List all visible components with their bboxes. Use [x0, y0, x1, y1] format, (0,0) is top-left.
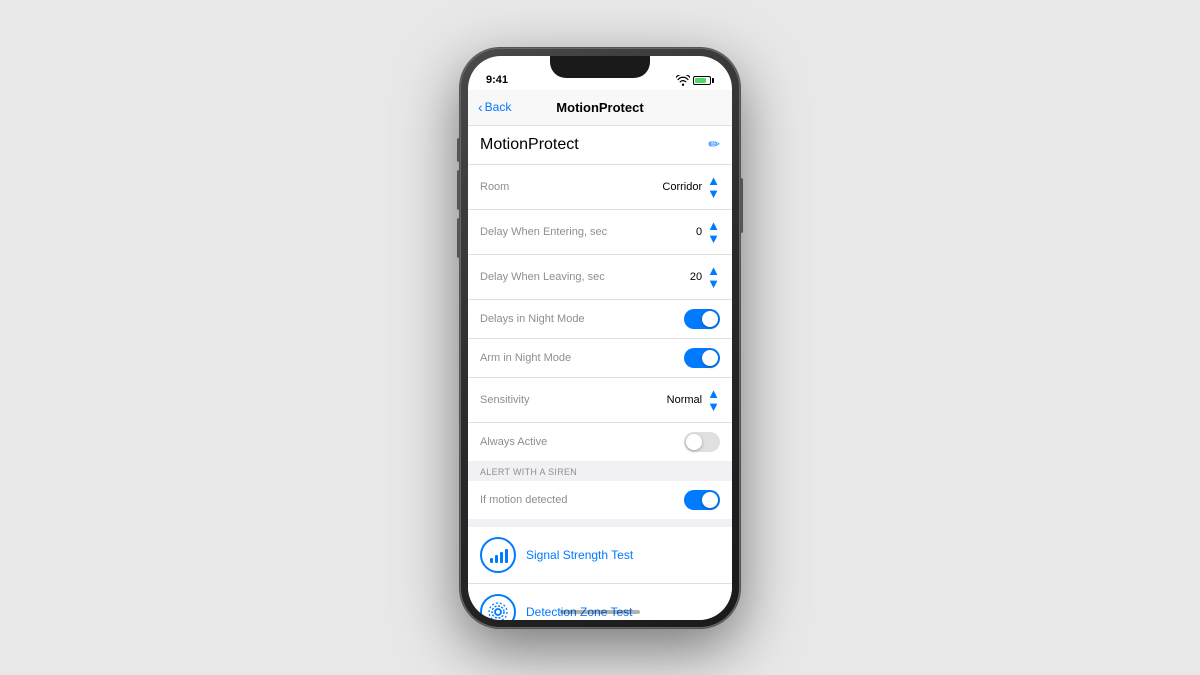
delay-leaving-value[interactable]: 20 ▲ ▼ — [690, 264, 720, 290]
room-label: Room — [480, 181, 509, 193]
status-time: 9:41 — [486, 74, 508, 86]
settings-section: Room Corridor ▲ ▼ Delay When Entering, s… — [468, 165, 732, 461]
back-label: Back — [485, 100, 512, 114]
if-motion-label: If motion detected — [480, 494, 567, 506]
delay-leaving-text: 20 — [690, 271, 702, 283]
toggle-knob — [702, 492, 718, 508]
status-icons — [676, 75, 714, 86]
arm-night-toggle[interactable] — [684, 348, 720, 368]
sensitivity-stepper[interactable]: ▲ ▼ — [707, 387, 720, 413]
notch — [550, 56, 650, 78]
mute-button — [457, 138, 460, 162]
scroll-content: MotionProtect ✏ Room Corridor ▲ ▼ — [468, 126, 732, 620]
signal-strength-label: Signal Strength Test — [526, 548, 633, 562]
room-value[interactable]: Corridor ▲ ▼ — [662, 174, 720, 200]
alert-section-header: Alert with a Siren — [468, 461, 732, 481]
phone-frame: 9:41 ‹ — [460, 48, 740, 628]
arm-night-row: Arm in Night Mode — [468, 339, 732, 378]
phone-screen: 9:41 ‹ — [468, 56, 732, 620]
volume-up-button — [457, 170, 460, 210]
edit-icon[interactable]: ✏ — [708, 136, 720, 153]
actions-section: Signal Strength Test Detection Zone Test — [468, 527, 732, 620]
delay-leaving-row: Delay When Leaving, sec 20 ▲ ▼ — [468, 255, 732, 300]
always-active-row: Always Active — [468, 423, 732, 461]
alert-header-text: Alert with a Siren — [480, 467, 577, 477]
device-name-row: MotionProtect ✏ — [468, 126, 732, 165]
arm-night-label: Arm in Night Mode — [480, 352, 571, 364]
delay-entering-text: 0 — [696, 226, 702, 238]
home-indicator — [560, 610, 640, 614]
toggle-knob — [702, 350, 718, 366]
toggle-knob — [702, 311, 718, 327]
room-stepper[interactable]: ▲ ▼ — [707, 174, 720, 200]
chevron-left-icon: ‹ — [478, 99, 483, 115]
always-active-label: Always Active — [480, 436, 547, 448]
delay-entering-stepper[interactable]: ▲ ▼ — [707, 219, 720, 245]
room-row: Room Corridor ▲ ▼ — [468, 165, 732, 210]
if-motion-row: If motion detected — [468, 481, 732, 519]
signal-icon-circle — [480, 537, 516, 573]
detection-icon-circle — [480, 594, 516, 620]
delays-night-toggle[interactable] — [684, 309, 720, 329]
alert-section: If motion detected — [468, 481, 732, 519]
back-button[interactable]: ‹ Back — [478, 99, 511, 115]
delay-leaving-label: Delay When Leaving, sec — [480, 271, 605, 283]
nav-title: MotionProtect — [556, 100, 643, 115]
battery-icon — [693, 76, 714, 85]
delay-entering-value[interactable]: 0 ▲ ▼ — [696, 219, 720, 245]
sensitivity-row: Sensitivity Normal ▲ ▼ — [468, 378, 732, 423]
delays-night-row: Delays in Night Mode — [468, 300, 732, 339]
detection-zone-row[interactable]: Detection Zone Test — [468, 584, 732, 620]
spacer — [468, 519, 732, 527]
sensitivity-label: Sensitivity — [480, 394, 530, 406]
signal-icon — [488, 545, 508, 565]
sensitivity-value[interactable]: Normal ▲ ▼ — [667, 387, 720, 413]
delay-entering-label: Delay When Entering, sec — [480, 226, 607, 238]
sensitivity-text: Normal — [667, 394, 702, 406]
signal-strength-row[interactable]: Signal Strength Test — [468, 527, 732, 584]
device-name: MotionProtect — [480, 136, 579, 154]
delay-leaving-stepper[interactable]: ▲ ▼ — [707, 264, 720, 290]
delay-entering-row: Delay When Entering, sec 0 ▲ ▼ — [468, 210, 732, 255]
delays-night-label: Delays in Night Mode — [480, 313, 585, 325]
room-text: Corridor — [662, 181, 702, 193]
toggle-knob — [686, 434, 702, 450]
nav-bar: ‹ Back MotionProtect — [468, 90, 732, 126]
if-motion-toggle[interactable] — [684, 490, 720, 510]
power-button — [740, 178, 743, 233]
volume-down-button — [457, 218, 460, 258]
detection-icon — [488, 602, 508, 620]
always-active-toggle[interactable] — [684, 432, 720, 452]
wifi-icon — [676, 75, 690, 86]
